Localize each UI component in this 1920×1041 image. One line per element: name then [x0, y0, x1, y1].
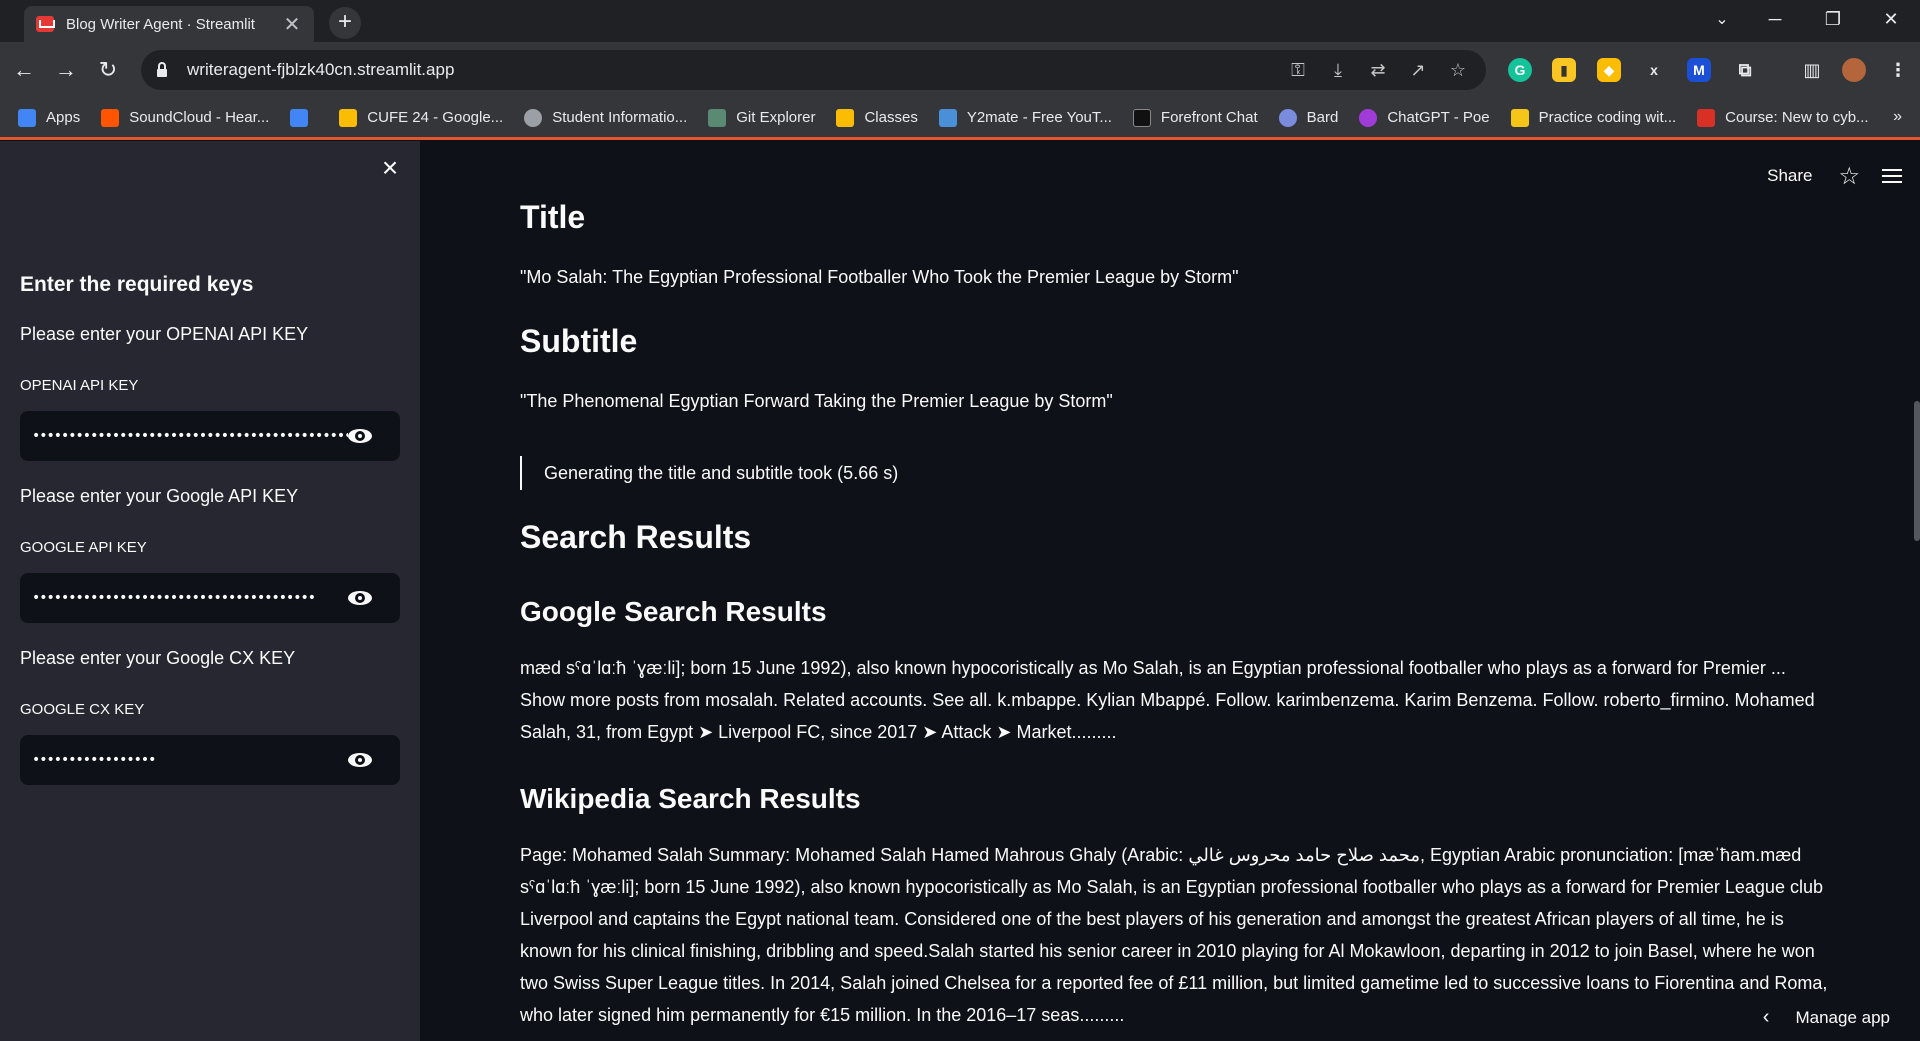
timing-blockquote: Generating the title and subtitle took (…: [520, 456, 898, 490]
browser-toolbar: ← → ↻ writeragent-fjblzk40cn.streamlit.a…: [0, 42, 1920, 98]
streamlit-favicon-icon: [36, 16, 55, 32]
side-panel-icon[interactable]: ▥: [1800, 58, 1824, 82]
bard-sparkle-icon: [1278, 108, 1297, 127]
subtitle-text: "The Phenomenal Egyptian Forward Taking …: [520, 391, 1113, 411]
sidebar-close-icon[interactable]: ×: [379, 154, 401, 182]
cx-key-value[interactable]: •••••••••••••••••: [32, 752, 348, 768]
forefront-icon: [1132, 108, 1151, 127]
forward-arrow-icon[interactable]: →: [52, 56, 80, 84]
subtitle-heading: Subtitle: [520, 323, 638, 359]
star-icon[interactable]: ☆: [1838, 162, 1860, 191]
share-page-icon[interactable]: ↗: [1406, 58, 1430, 82]
bookmarks-bar: Apps SoundCloud - Hear... CUFE 24 - Goog…: [0, 98, 1920, 140]
google-results-text: mæd sˤɑˈlɑːħ ˈɣæːli]; born 15 June 1992)…: [520, 658, 1815, 742]
google-drive-icon: [339, 108, 358, 127]
browser-tabstrip: Blog Writer Agent · Streamlit ✕ + ⌄ ─ ❐ …: [0, 0, 1920, 42]
title-heading: Title: [520, 199, 586, 235]
url-text[interactable]: writeragent-fjblzk40cn.streamlit.app: [187, 60, 1286, 80]
manage-app-button[interactable]: ‹ Manage app: [1763, 1006, 1890, 1029]
google-key-input[interactable]: •••••••••••••••••••••••••••••••••••••••: [20, 573, 400, 623]
search-results-heading: Search Results: [520, 519, 752, 555]
title-text: "Mo Salah: The Egyptian Professional Foo…: [520, 267, 1239, 287]
git-icon: [708, 108, 727, 127]
show-password-eye-icon[interactable]: [348, 752, 374, 768]
back-arrow-icon[interactable]: ←: [10, 56, 38, 84]
app-header-actions: Share ☆: [1767, 161, 1920, 191]
google-prompt: Please enter your Google API KEY: [20, 486, 299, 506]
google-key-value[interactable]: •••••••••••••••••••••••••••••••••••••••: [32, 590, 348, 606]
openai-key-input[interactable]: ••••••••••••••••••••••••••••••••••••••••…: [20, 411, 400, 461]
keep-extension-icon[interactable]: ◆: [1597, 58, 1621, 82]
bookmark-course[interactable]: Course: New to cyb...: [1697, 108, 1869, 127]
new-tab-button[interactable]: +: [329, 7, 361, 39]
manage-app-label: Manage app: [1795, 1007, 1890, 1027]
bookmark-cufe[interactable]: CUFE 24 - Google...: [339, 108, 503, 127]
openai-key-value[interactable]: ••••••••••••••••••••••••••••••••••••••••…: [32, 428, 348, 444]
openai-prompt: Please enter your OPENAI API KEY: [20, 324, 309, 344]
google-label: GOOGLE API KEY: [20, 539, 147, 556]
window-close-icon[interactable]: ✕: [1862, 0, 1920, 40]
wikipedia-results-heading: Wikipedia Search Results: [520, 783, 861, 814]
hamburger-menu-icon[interactable]: [1882, 169, 1902, 183]
show-password-eye-icon[interactable]: [348, 428, 374, 444]
course-icon: [1697, 108, 1716, 127]
bookmark-student-info[interactable]: Student Informatio...: [524, 108, 687, 127]
cx-prompt: Please enter your Google CX KEY: [20, 648, 296, 668]
download-icon: [938, 108, 957, 127]
sidebar: × Enter the required keys Please enter y…: [0, 141, 420, 1041]
classroom-icon: [836, 108, 855, 127]
cx-key-input[interactable]: •••••••••••••••••: [20, 735, 400, 785]
bookmark-bard[interactable]: Bard: [1278, 108, 1338, 127]
soundcloud-icon: [101, 108, 120, 127]
notes-extension-icon[interactable]: ▮: [1552, 58, 1576, 82]
show-password-eye-icon[interactable]: [348, 590, 374, 606]
install-app-icon[interactable]: ⤓: [1326, 58, 1350, 82]
globe-icon: [524, 108, 543, 127]
main-content: Share ☆ Title "Mo Salah: The Egyptian Pr…: [420, 141, 1920, 1041]
cx-label: GOOGLE CX KEY: [20, 701, 145, 718]
page-scrollbar[interactable]: [1914, 401, 1920, 541]
bookmark-apps[interactable]: Apps: [18, 108, 80, 127]
bookmark-soundcloud[interactable]: SoundCloud - Hear...: [101, 108, 269, 127]
bookmark-poe[interactable]: ChatGPT - Poe: [1359, 108, 1490, 127]
bookmark-star-icon[interactable]: ☆: [1446, 58, 1470, 82]
wikipedia-results-text: Page: Mohamed Salah Summary: Mohamed Sal…: [520, 845, 1828, 1025]
address-bar[interactable]: writeragent-fjblzk40cn.streamlit.app ⚿ ⤓…: [141, 50, 1486, 90]
browser-tab[interactable]: Blog Writer Agent · Streamlit ✕: [24, 6, 314, 42]
share-button[interactable]: Share: [1767, 166, 1812, 186]
tab-title: Blog Writer Agent · Streamlit: [66, 15, 255, 33]
minimize-icon[interactable]: ─: [1746, 0, 1804, 40]
browser-menu-icon[interactable]: ⋮: [1886, 58, 1910, 82]
x-extension-icon[interactable]: x: [1642, 58, 1666, 82]
apps-grid-icon: [18, 108, 36, 127]
extensions-puzzle-icon[interactable]: ⧉: [1733, 58, 1757, 82]
bookmark-translate[interactable]: [290, 108, 318, 127]
profile-avatar[interactable]: [1842, 58, 1866, 82]
grammarly-extension-icon[interactable]: G: [1508, 58, 1532, 82]
openai-label: OPENAI API KEY: [20, 377, 139, 394]
poe-icon: [1359, 108, 1378, 127]
key-icon[interactable]: ⚿: [1286, 58, 1310, 82]
google-results-heading: Google Search Results: [520, 596, 827, 627]
bookmark-forefront[interactable]: Forefront Chat: [1132, 108, 1258, 127]
bookmark-y2mate[interactable]: Y2mate - Free YouT...: [938, 108, 1112, 127]
badge-extension-icon[interactable]: M: [1687, 58, 1711, 82]
codewars-icon: [1510, 108, 1529, 127]
google-translate-icon: [290, 108, 309, 127]
window-controls: ─ ❐ ✕: [1746, 0, 1920, 40]
lock-icon[interactable]: [157, 62, 167, 77]
tab-close-icon[interactable]: ✕: [282, 12, 302, 37]
restore-icon[interactable]: ❐: [1804, 0, 1862, 40]
translate-icon[interactable]: ⇄: [1366, 58, 1390, 82]
bookmark-practice-coding[interactable]: Practice coding wit...: [1510, 108, 1676, 127]
bookmark-git-explorer[interactable]: Git Explorer: [708, 108, 815, 127]
bookmark-classes[interactable]: Classes: [836, 108, 918, 127]
sidebar-heading: Enter the required keys: [20, 273, 254, 296]
bookmarks-overflow-icon[interactable]: »: [1893, 108, 1902, 126]
tab-search-chevron-icon[interactable]: ⌄: [1708, 6, 1736, 34]
chevron-left-icon: ‹: [1762, 1006, 1770, 1028]
reload-icon[interactable]: ↻: [94, 56, 122, 84]
